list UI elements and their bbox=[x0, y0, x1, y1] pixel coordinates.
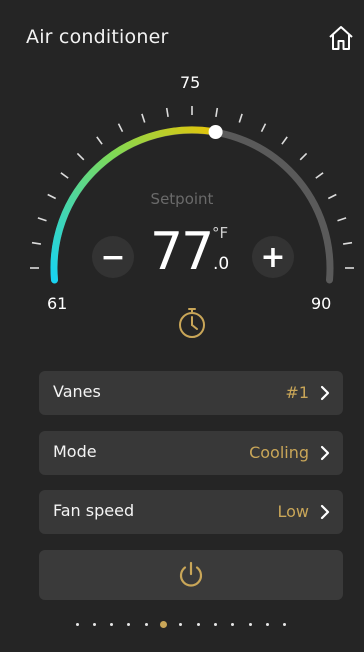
power-icon bbox=[179, 561, 203, 587]
page-dot[interactable] bbox=[144, 623, 148, 626]
page-dot[interactable] bbox=[283, 623, 287, 626]
chevron-right-icon bbox=[320, 445, 330, 461]
fan-speed-value: Low bbox=[277, 502, 309, 521]
dial-min-label: 61 bbox=[47, 294, 68, 313]
dial-tick bbox=[60, 172, 69, 179]
fan-speed-row[interactable]: Fan speed Low bbox=[39, 490, 343, 534]
page-dot[interactable] bbox=[92, 623, 96, 626]
page-dot[interactable] bbox=[231, 623, 235, 626]
mode-value: Cooling bbox=[249, 443, 309, 462]
setpoint-decimal: .0 bbox=[213, 254, 230, 274]
page-dot[interactable] bbox=[179, 623, 183, 626]
dial-tick bbox=[165, 107, 169, 118]
vanes-row[interactable]: Vanes #1 bbox=[39, 371, 343, 415]
dial-tick bbox=[315, 172, 324, 179]
page-dot[interactable] bbox=[75, 623, 79, 626]
vanes-label: Vanes bbox=[53, 382, 101, 401]
setpoint-value: 77 bbox=[150, 222, 214, 282]
dial-tick bbox=[141, 113, 146, 123]
dial-tick bbox=[337, 217, 347, 222]
vanes-value: #1 bbox=[285, 383, 309, 402]
dial-handle[interactable] bbox=[208, 125, 223, 139]
plus-icon: + bbox=[260, 239, 286, 275]
page-dot[interactable] bbox=[110, 623, 114, 626]
page-dot[interactable] bbox=[265, 623, 269, 626]
page-title: Air conditioner bbox=[26, 26, 169, 48]
page-dot[interactable] bbox=[213, 623, 217, 626]
dial-tick bbox=[31, 241, 42, 245]
chevron-right-icon bbox=[320, 385, 330, 401]
page-dot[interactable] bbox=[127, 623, 131, 626]
timer-icon[interactable] bbox=[175, 306, 209, 340]
page-indicator bbox=[0, 618, 364, 632]
decrease-button[interactable]: − bbox=[92, 236, 134, 278]
page-dot[interactable] bbox=[248, 623, 252, 626]
setpoint-label: Setpoint bbox=[150, 190, 214, 208]
dial-max-label: 90 bbox=[311, 294, 332, 313]
dial-tick bbox=[238, 113, 243, 123]
chevron-right-icon bbox=[320, 504, 330, 520]
fan-speed-label: Fan speed bbox=[53, 501, 135, 520]
dial-tick bbox=[342, 241, 353, 245]
dial-tick bbox=[96, 136, 103, 145]
dial-tick bbox=[37, 217, 47, 222]
page-dot-active[interactable] bbox=[160, 621, 167, 628]
minus-icon: − bbox=[100, 239, 126, 275]
dial-tick bbox=[299, 152, 308, 161]
mode-row[interactable]: Mode Cooling bbox=[39, 431, 343, 475]
page-dot[interactable] bbox=[196, 623, 200, 626]
dial-tick bbox=[260, 123, 267, 133]
mode-label: Mode bbox=[53, 442, 97, 461]
dial-tick bbox=[281, 136, 288, 145]
power-button[interactable] bbox=[39, 550, 343, 600]
setpoint-unit: °F bbox=[212, 224, 229, 242]
increase-button[interactable]: + bbox=[252, 236, 294, 278]
dial-tick bbox=[117, 123, 124, 133]
ac-screen: Air conditioner 75 61 90 Setpoint − + 77… bbox=[0, 0, 364, 652]
dial-tick bbox=[76, 152, 85, 161]
dial-top-label: 75 bbox=[180, 73, 201, 92]
dial-tick bbox=[215, 107, 219, 118]
home-icon[interactable] bbox=[327, 24, 355, 52]
